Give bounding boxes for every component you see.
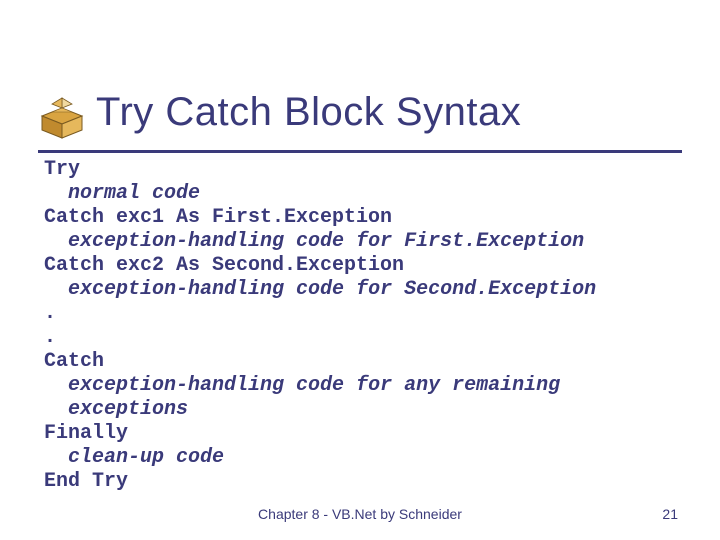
footer-text: Chapter 8 - VB.Net by Schneider bbox=[0, 506, 720, 522]
code-line: clean-up code bbox=[68, 446, 224, 469]
code-line: . bbox=[44, 302, 56, 325]
code-line: . bbox=[44, 326, 56, 349]
title-underline bbox=[38, 150, 682, 153]
code-line: Catch exc1 As First.Exception bbox=[44, 206, 392, 229]
code-block: Try normal code Catch exc1 As First.Exce… bbox=[44, 158, 680, 494]
page-number: 21 bbox=[662, 506, 678, 522]
code-line: Try bbox=[44, 158, 80, 181]
box-icon bbox=[38, 94, 86, 142]
code-line: exception-handling code for Second.Excep… bbox=[68, 278, 596, 301]
code-line: exceptions bbox=[68, 398, 188, 421]
slide: Try Catch Block Syntax Try normal code C… bbox=[0, 0, 720, 540]
title-row: Try Catch Block Syntax bbox=[38, 82, 521, 142]
code-line: normal code bbox=[68, 182, 200, 205]
code-line: exception-handling code for any remainin… bbox=[68, 374, 560, 397]
slide-title: Try Catch Block Syntax bbox=[96, 90, 521, 135]
code-line: exception-handling code for First.Except… bbox=[68, 230, 584, 253]
code-line: Finally bbox=[44, 422, 128, 445]
code-line: Catch bbox=[44, 350, 104, 373]
code-line: End Try bbox=[44, 470, 128, 493]
code-line: Catch exc2 As Second.Exception bbox=[44, 254, 404, 277]
